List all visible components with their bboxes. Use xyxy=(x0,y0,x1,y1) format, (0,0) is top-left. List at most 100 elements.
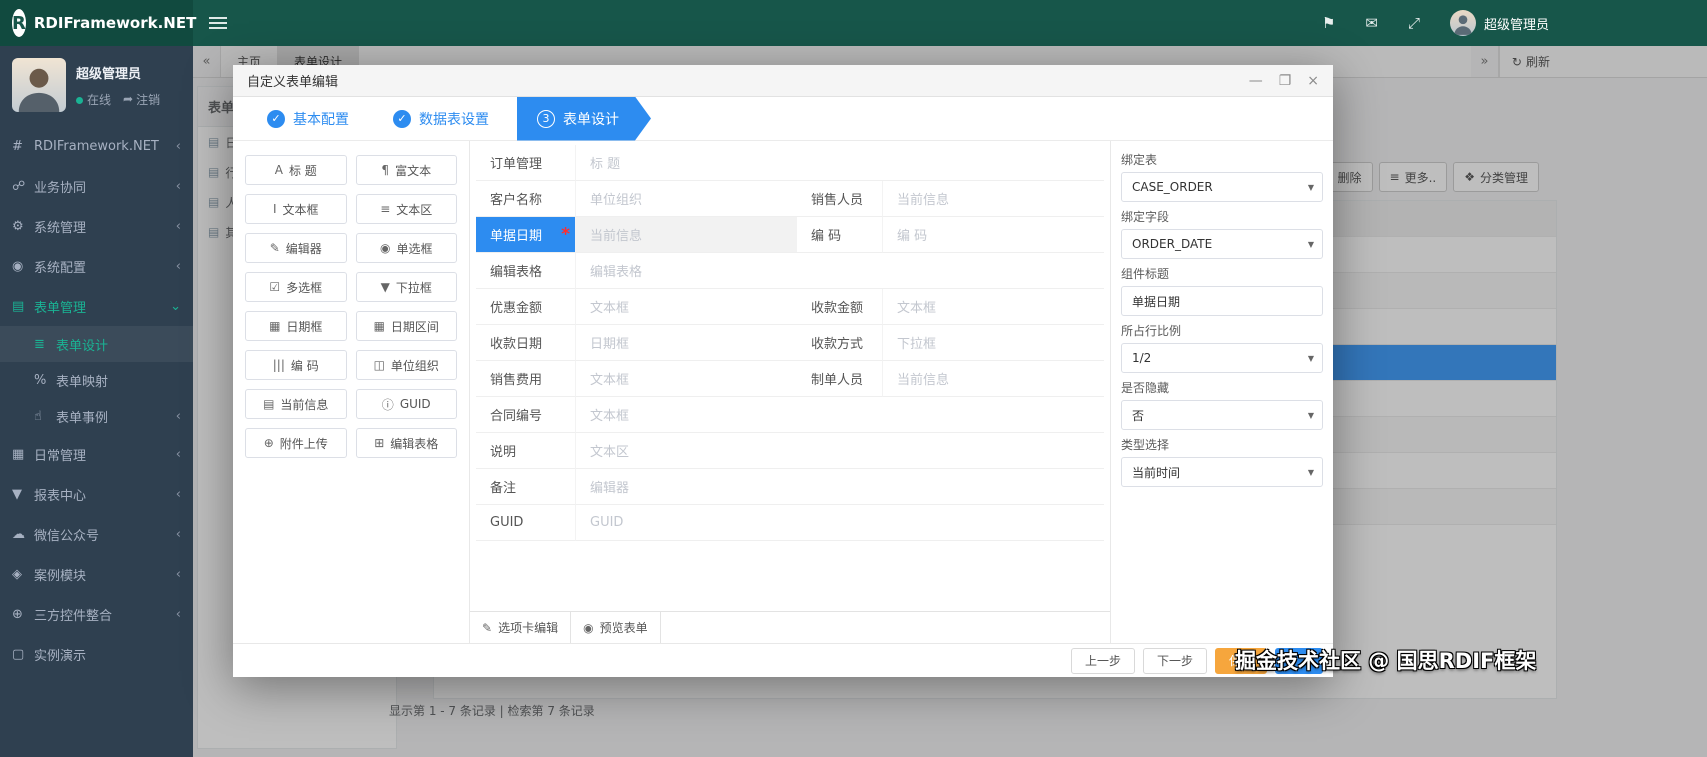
palette-item-editor[interactable]: ✎ 编辑器 xyxy=(245,233,347,263)
form-field[interactable]: 编 码 xyxy=(883,217,1104,253)
mail-icon[interactable]: ✉ xyxy=(1365,14,1378,32)
form-field[interactable]: 文本框 xyxy=(576,289,797,325)
form-field-label-selected[interactable]: 单据日期 * xyxy=(476,217,576,253)
next-step-button[interactable]: 下一步 xyxy=(1142,647,1207,674)
form-field-label[interactable]: 收款金额 xyxy=(797,289,883,325)
sidebar-item-wechat[interactable]: ☁ 微信公众号 ‹ xyxy=(0,514,193,554)
palette-item-daterange[interactable]: ▦ 日期区间 xyxy=(355,311,457,341)
palette-item-radio[interactable]: ◉ 单选框 xyxy=(355,233,457,263)
form-field-label[interactable]: 说明 xyxy=(476,433,576,469)
form-field-selected[interactable]: 当前信息 xyxy=(576,217,797,253)
palette-item-current-info[interactable]: ▤ 当前信息 xyxy=(245,389,347,419)
prop-label: 绑定表 xyxy=(1121,153,1158,167)
sidebar-item-demo[interactable]: ▢ 实例演示 xyxy=(0,634,193,674)
form-field[interactable]: 编辑表格 xyxy=(576,253,1104,289)
step-form-design-active[interactable]: 3 表单设计 xyxy=(517,97,651,141)
row-ratio-select[interactable]: 1/2 ▼ xyxy=(1121,343,1323,373)
sidebar-item-business-collab[interactable]: ☍ 业务协同 ‹ xyxy=(0,166,193,206)
maximize-button[interactable]: ❐ xyxy=(1279,74,1292,88)
hidden-select[interactable]: 否 ▼ xyxy=(1121,400,1323,430)
form-field-label[interactable]: 销售人员 xyxy=(797,181,883,217)
sidebar-username: 超级管理员 xyxy=(76,66,142,82)
palette-item-datebox[interactable]: ▦ 日期框 xyxy=(245,311,347,341)
palette-item-organization[interactable]: ◫ 单位组织 xyxy=(355,350,457,380)
form-field[interactable]: 日期框 xyxy=(576,325,797,361)
tab-option-card-edit[interactable]: ✎ 选项卡编辑 xyxy=(470,612,572,643)
form-field[interactable]: GUID xyxy=(576,505,1104,541)
chevron-down-icon: ▼ xyxy=(1307,182,1314,192)
form-field-label[interactable]: 备注 xyxy=(476,469,576,505)
form-field-label[interactable]: 合同编号 xyxy=(476,397,576,433)
hand-icon: ☝ xyxy=(34,408,42,424)
sidebar-item-report-center[interactable]: ▼ 报表中心 ‹ xyxy=(0,474,193,514)
form-field-label[interactable]: 制单人员 xyxy=(797,361,883,397)
sidebar-item-rdiframework[interactable]: # RDIFramework.NET ‹ xyxy=(0,126,193,166)
form-field-label[interactable]: 销售费用 xyxy=(476,361,576,397)
form-field-label[interactable]: 编辑表格 xyxy=(476,253,576,289)
mapping-icon: % xyxy=(34,372,47,388)
form-field-label[interactable]: 订单管理 xyxy=(476,145,576,181)
form-field-label[interactable]: 编 码 xyxy=(797,217,883,253)
palette-item-guid[interactable]: ⓘ GUID xyxy=(355,389,457,419)
form-field[interactable]: 单位组织 xyxy=(576,181,797,217)
sidebar-item-daily-management[interactable]: ▦ 日常管理 ‹ xyxy=(0,434,193,474)
palette-item-textarea[interactable]: ≡ 文本区 xyxy=(355,194,457,224)
user-avatar[interactable] xyxy=(12,58,66,112)
step-basic-config[interactable]: ✓ 基本配置 xyxy=(245,109,371,129)
palette-item-checkbox[interactable]: ☑ 多选框 xyxy=(245,272,347,302)
fullscreen-icon[interactable]: ⤢ xyxy=(1408,14,1420,32)
form-field-label[interactable]: 收款日期 xyxy=(476,325,576,361)
tab-preview-form[interactable]: ◉ 预览表单 xyxy=(571,612,661,643)
menu-toggle-button[interactable] xyxy=(209,17,227,29)
form-field[interactable]: 当前信息 xyxy=(883,361,1104,397)
palette-item-code[interactable]: ||| 编 码 xyxy=(245,350,347,380)
palette-item-attachment[interactable]: ⊕ 附件上传 xyxy=(245,428,347,458)
palette-item-title[interactable]: A标 题 xyxy=(245,155,347,185)
announcement-icon[interactable]: ⚑ xyxy=(1322,14,1335,32)
palette-item-textbox[interactable]: I 文本框 xyxy=(245,194,347,224)
custom-form-edit-dialog: 自定义表单编辑 — ❐ × ✓ 基本配置 ✓ 数据表设置 3 表单设计 A标 题… xyxy=(233,65,1333,677)
chevron-down-icon: ▼ xyxy=(1307,410,1314,420)
form-field-label[interactable]: GUID xyxy=(476,505,576,541)
sidebar-subitem-form-case[interactable]: ☝ 表单事例 ‹ xyxy=(0,398,193,434)
palette-item-dropdown[interactable]: ▼ 下拉框 xyxy=(355,272,457,302)
menu-label: 系统配置 xyxy=(34,260,87,276)
bind-field-select[interactable]: ORDER_DATE ▼ xyxy=(1121,229,1323,259)
sidebar-item-thirdparty-integration[interactable]: ⊕ 三方控件整合 ‹ xyxy=(0,594,193,634)
form-field[interactable]: 文本框 xyxy=(576,397,1104,433)
form-field[interactable]: 标 题 xyxy=(576,145,1104,181)
logo-icon: R xyxy=(12,9,26,37)
sidebar-subitem-form-mapping[interactable]: % 表单映射 xyxy=(0,362,193,398)
form-field[interactable]: 文本框 xyxy=(883,289,1104,325)
sidebar-item-form-management[interactable]: ▤ 表单管理 ⌄ xyxy=(0,286,193,326)
user-menu[interactable]: 超级管理员 xyxy=(1449,10,1549,36)
sidebar-subitem-form-design[interactable]: ≣ 表单设计 xyxy=(0,326,193,362)
app-logo[interactable]: R RDIFramework.NET xyxy=(0,0,196,46)
form-row: 销售费用 文本框 制单人员 当前信息 xyxy=(476,361,1104,397)
form-field-label[interactable]: 收款方式 xyxy=(797,325,883,361)
form-field[interactable]: 下拉框 xyxy=(883,325,1104,361)
sidebar-item-system-management[interactable]: ⚙ 系统管理 ‹ xyxy=(0,206,193,246)
sidebar-item-system-config[interactable]: ◉ 系统配置 ‹ xyxy=(0,246,193,286)
close-button[interactable]: × xyxy=(1307,74,1319,88)
component-title-input[interactable]: 单据日期 xyxy=(1121,286,1323,316)
form-field[interactable]: 文本区 xyxy=(576,433,1104,469)
form-field[interactable]: 文本框 xyxy=(576,361,797,397)
form-field-label[interactable]: 客户名称 xyxy=(476,181,576,217)
type-select[interactable]: 当前时间 ▼ xyxy=(1121,457,1323,487)
bind-table-select[interactable]: CASE_ORDER ▼ xyxy=(1121,172,1323,202)
prev-step-button[interactable]: 上一步 xyxy=(1070,647,1135,674)
palette-item-richtext[interactable]: ¶ 富文本 xyxy=(355,155,457,185)
logout-button[interactable]: ➦ 注销 xyxy=(123,91,160,108)
sidebar-item-case-module[interactable]: ◈ 案例模块 ‹ xyxy=(0,554,193,594)
check-icon: ✓ xyxy=(393,109,411,128)
form-field-label[interactable]: 优惠金额 xyxy=(476,289,576,325)
form-field[interactable]: 编辑器 xyxy=(576,469,1104,505)
form-field[interactable]: 当前信息 xyxy=(883,181,1104,217)
form-row: 说明 文本区 xyxy=(476,433,1104,469)
step-datatable-setup[interactable]: ✓ 数据表设置 xyxy=(371,109,511,129)
form-row: 备注 编辑器 xyxy=(476,469,1104,505)
dialog-header[interactable]: 自定义表单编辑 — ❐ × xyxy=(233,65,1333,97)
palette-item-edit-table[interactable]: ⊞ 编辑表格 xyxy=(355,428,457,458)
minimize-button[interactable]: — xyxy=(1249,74,1263,88)
